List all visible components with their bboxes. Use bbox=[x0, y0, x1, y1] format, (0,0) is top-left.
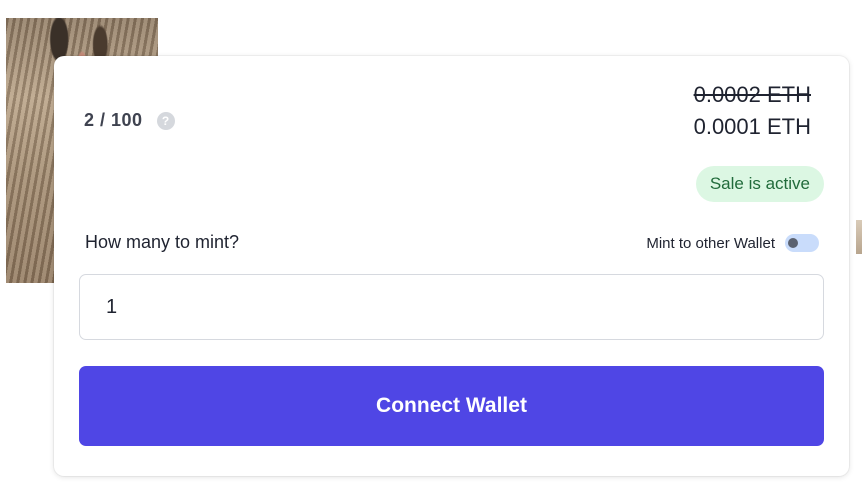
price-block: 0.0002 ETH 0.0001 ETH bbox=[694, 80, 811, 144]
supply-text: 2 / 100 bbox=[84, 110, 143, 130]
connect-wallet-button[interactable]: Connect Wallet bbox=[79, 366, 824, 446]
current-price: 0.0001 ETH bbox=[693, 114, 811, 139]
mint-page: 2 / 100 ? 0.0002 ETH 0.0001 ETH Sale is … bbox=[0, 0, 862, 484]
other-wallet-label: Mint to other Wallet bbox=[646, 234, 775, 252]
other-wallet-option: Mint to other Wallet bbox=[646, 234, 819, 252]
toggle-knob bbox=[788, 238, 798, 248]
cat-collection-image-edge bbox=[856, 220, 862, 254]
sale-status-badge: Sale is active bbox=[695, 166, 824, 202]
quantity-label: How many to mint? bbox=[85, 232, 240, 252]
supply-counter: 2 / 100 ? bbox=[84, 110, 175, 131]
quantity-input[interactable] bbox=[79, 274, 824, 340]
original-price: 0.0002 ETH bbox=[693, 82, 811, 107]
other-wallet-toggle[interactable] bbox=[785, 234, 819, 252]
mint-card: 2 / 100 ? 0.0002 ETH 0.0001 ETH Sale is … bbox=[54, 56, 849, 476]
question-circle-icon[interactable]: ? bbox=[156, 111, 175, 130]
